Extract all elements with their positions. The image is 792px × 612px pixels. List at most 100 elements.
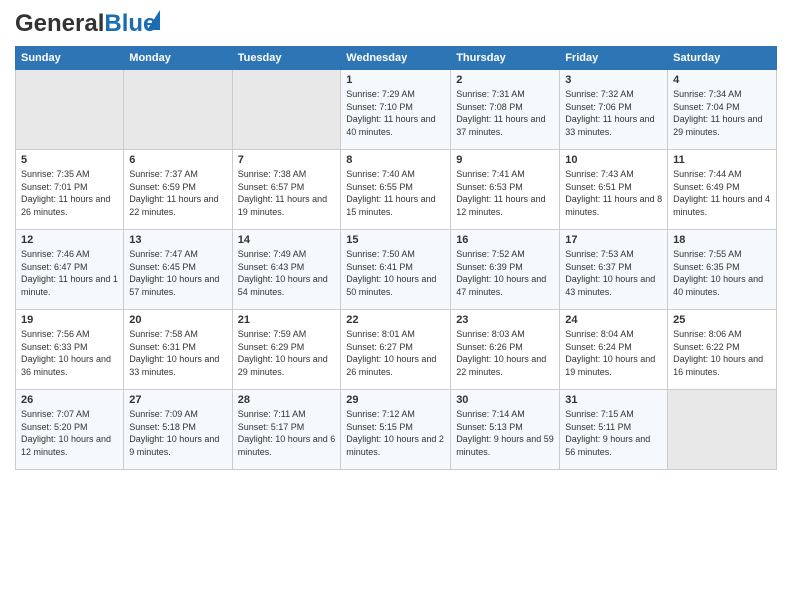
day-cell: 1 Sunrise: 7:29 AMSunset: 7:10 PMDaylight… — [341, 70, 451, 150]
day-info: Sunrise: 7:46 AMSunset: 6:47 PMDaylight:… — [21, 248, 118, 298]
day-cell: 9 Sunrise: 7:41 AMSunset: 6:53 PMDaylight… — [451, 150, 560, 230]
day-info: Sunrise: 7:47 AMSunset: 6:45 PMDaylight:… — [129, 248, 226, 298]
header: GeneralBlue — [15, 10, 777, 38]
day-number: 13 — [129, 234, 226, 246]
day-number: 24 — [565, 314, 662, 326]
day-cell: 10 Sunrise: 7:43 AMSunset: 6:51 PMDayligh… — [560, 150, 668, 230]
day-number: 30 — [456, 394, 554, 406]
day-info: Sunrise: 7:15 AMSunset: 5:11 PMDaylight:… — [565, 408, 662, 458]
day-number: 3 — [565, 74, 662, 86]
col-sunday: Sunday — [16, 47, 124, 70]
day-info: Sunrise: 7:43 AMSunset: 6:51 PMDaylight:… — [565, 168, 662, 218]
day-number: 19 — [21, 314, 118, 326]
day-number: 26 — [21, 394, 118, 406]
day-number: 4 — [673, 74, 771, 86]
header-row: Sunday Monday Tuesday Wednesday Thursday… — [16, 47, 777, 70]
calendar-table: Sunday Monday Tuesday Wednesday Thursday… — [15, 46, 777, 470]
week-row-5: 26 Sunrise: 7:07 AMSunset: 5:20 PMDayligh… — [16, 390, 777, 470]
day-info: Sunrise: 7:37 AMSunset: 6:59 PMDaylight:… — [129, 168, 226, 218]
day-number: 25 — [673, 314, 771, 326]
day-cell: 8 Sunrise: 7:40 AMSunset: 6:55 PMDaylight… — [341, 150, 451, 230]
day-cell: 22Sunrise: 8:01 AMSunset: 6:27 PMDayligh… — [341, 310, 451, 390]
col-thursday: Thursday — [451, 47, 560, 70]
day-number: 17 — [565, 234, 662, 246]
day-info: Sunrise: 7:29 AMSunset: 7:10 PMDaylight:… — [346, 88, 445, 138]
day-cell: 19Sunrise: 7:56 AMSunset: 6:33 PMDayligh… — [16, 310, 124, 390]
day-info: Sunrise: 7:55 AMSunset: 6:35 PMDaylight:… — [673, 248, 771, 298]
day-number: 6 — [129, 154, 226, 166]
day-info: Sunrise: 7:35 AMSunset: 7:01 PMDaylight:… — [21, 168, 118, 218]
day-number: 18 — [673, 234, 771, 246]
day-number: 15 — [346, 234, 445, 246]
day-cell: 11 Sunrise: 7:44 AMSunset: 6:49 PMDayligh… — [668, 150, 777, 230]
day-number: 28 — [238, 394, 336, 406]
day-info: Sunrise: 7:50 AMSunset: 6:41 PMDaylight:… — [346, 248, 445, 298]
day-info: Sunrise: 7:53 AMSunset: 6:37 PMDaylight:… — [565, 248, 662, 298]
day-number: 20 — [129, 314, 226, 326]
day-cell: 24 Sunrise: 8:04 AMSunset: 6:24 PMDayligh… — [560, 310, 668, 390]
day-cell: 21 Sunrise: 7:59 AMSunset: 6:29 PMDayligh… — [232, 310, 341, 390]
day-number: 21 — [238, 314, 336, 326]
day-number: 23 — [456, 314, 554, 326]
day-number: 5 — [21, 154, 118, 166]
day-cell: 31Sunrise: 7:15 AMSunset: 5:11 PMDayligh… — [560, 390, 668, 470]
day-info: Sunrise: 7:52 AMSunset: 6:39 PMDaylight:… — [456, 248, 554, 298]
day-info: Sunrise: 7:40 AMSunset: 6:55 PMDaylight:… — [346, 168, 445, 218]
day-cell: 25 Sunrise: 8:06 AMSunset: 6:22 PMDayligh… — [668, 310, 777, 390]
day-number: 11 — [673, 154, 771, 166]
col-monday: Monday — [124, 47, 232, 70]
day-cell: 14 Sunrise: 7:49 AMSunset: 6:43 PMDayligh… — [232, 230, 341, 310]
col-wednesday: Wednesday — [341, 47, 451, 70]
logo-general: General — [15, 10, 104, 37]
day-info: Sunrise: 7:14 AMSunset: 5:13 PMDaylight:… — [456, 408, 554, 458]
day-number: 27 — [129, 394, 226, 406]
page: GeneralBlue Sunday Monday Tuesday Wednes… — [0, 0, 792, 612]
week-row-1: 1 Sunrise: 7:29 AMSunset: 7:10 PMDaylight… — [16, 70, 777, 150]
week-row-4: 19Sunrise: 7:56 AMSunset: 6:33 PMDayligh… — [16, 310, 777, 390]
day-cell: 27 Sunrise: 7:09 AMSunset: 5:18 PMDayligh… — [124, 390, 232, 470]
day-info: Sunrise: 7:59 AMSunset: 6:29 PMDaylight:… — [238, 328, 336, 378]
day-cell — [232, 70, 341, 150]
day-info: Sunrise: 7:58 AMSunset: 6:31 PMDaylight:… — [129, 328, 226, 378]
day-number: 16 — [456, 234, 554, 246]
col-tuesday: Tuesday — [232, 47, 341, 70]
day-info: Sunrise: 8:06 AMSunset: 6:22 PMDaylight:… — [673, 328, 771, 378]
day-info: Sunrise: 7:09 AMSunset: 5:18 PMDaylight:… — [129, 408, 226, 458]
day-info: Sunrise: 7:11 AMSunset: 5:17 PMDaylight:… — [238, 408, 336, 458]
day-number: 22 — [346, 314, 445, 326]
day-info: Sunrise: 7:32 AMSunset: 7:06 PMDaylight:… — [565, 88, 662, 138]
day-cell: 18 Sunrise: 7:55 AMSunset: 6:35 PMDayligh… — [668, 230, 777, 310]
day-info: Sunrise: 7:41 AMSunset: 6:53 PMDaylight:… — [456, 168, 554, 218]
day-cell: 13 Sunrise: 7:47 AMSunset: 6:45 PMDayligh… — [124, 230, 232, 310]
day-cell: 29Sunrise: 7:12 AMSunset: 5:15 PMDayligh… — [341, 390, 451, 470]
day-info: Sunrise: 7:38 AMSunset: 6:57 PMDaylight:… — [238, 168, 336, 218]
day-number: 1 — [346, 74, 445, 86]
day-number: 8 — [346, 154, 445, 166]
day-cell: 30 Sunrise: 7:14 AMSunset: 5:13 PMDayligh… — [451, 390, 560, 470]
day-number: 10 — [565, 154, 662, 166]
day-number: 9 — [456, 154, 554, 166]
day-info: Sunrise: 8:04 AMSunset: 6:24 PMDaylight:… — [565, 328, 662, 378]
day-info: Sunrise: 7:44 AMSunset: 6:49 PMDaylight:… — [673, 168, 771, 218]
day-cell: 2Sunrise: 7:31 AMSunset: 7:08 PMDaylight… — [451, 70, 560, 150]
day-info: Sunrise: 7:49 AMSunset: 6:43 PMDaylight:… — [238, 248, 336, 298]
day-cell: 5 Sunrise: 7:35 AMSunset: 7:01 PMDaylight… — [16, 150, 124, 230]
day-cell: 23 Sunrise: 8:03 AMSunset: 6:26 PMDayligh… — [451, 310, 560, 390]
day-cell: 12 Sunrise: 7:46 AMSunset: 6:47 PMDayligh… — [16, 230, 124, 310]
day-cell: 6 Sunrise: 7:37 AMSunset: 6:59 PMDaylight… — [124, 150, 232, 230]
day-cell: 3 Sunrise: 7:32 AMSunset: 7:06 PMDaylight… — [560, 70, 668, 150]
day-info: Sunrise: 8:03 AMSunset: 6:26 PMDaylight:… — [456, 328, 554, 378]
day-info: Sunrise: 7:07 AMSunset: 5:20 PMDaylight:… — [21, 408, 118, 458]
col-friday: Friday — [560, 47, 668, 70]
week-row-3: 12 Sunrise: 7:46 AMSunset: 6:47 PMDayligh… — [16, 230, 777, 310]
day-cell: 20 Sunrise: 7:58 AMSunset: 6:31 PMDayligh… — [124, 310, 232, 390]
day-number: 14 — [238, 234, 336, 246]
day-cell: 4Sunrise: 7:34 AMSunset: 7:04 PMDaylight… — [668, 70, 777, 150]
day-number: 12 — [21, 234, 118, 246]
day-number: 2 — [456, 74, 554, 86]
day-cell: 26 Sunrise: 7:07 AMSunset: 5:20 PMDayligh… — [16, 390, 124, 470]
day-info: Sunrise: 7:12 AMSunset: 5:15 PMDaylight:… — [346, 408, 445, 458]
day-cell: 15 Sunrise: 7:50 AMSunset: 6:41 PMDayligh… — [341, 230, 451, 310]
logo: GeneralBlue — [15, 10, 156, 38]
day-cell — [124, 70, 232, 150]
